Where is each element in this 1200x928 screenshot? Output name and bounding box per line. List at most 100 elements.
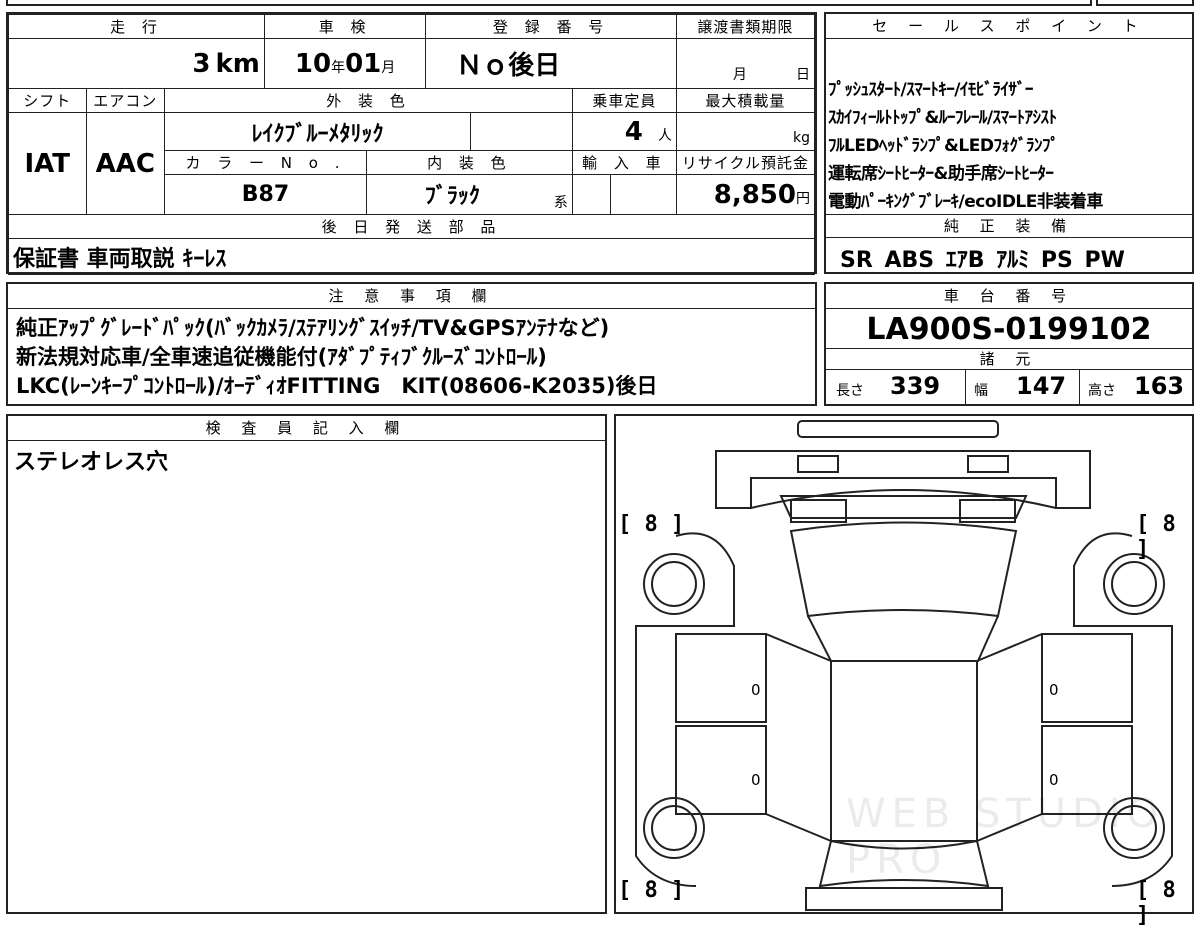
note-line: LKC(ﾚｰﾝｷｰﾌﾟｺﾝﾄﾛｰﾙ)/ｵｰﾃﾞｨｵFITTING KIT(086…: [16, 374, 658, 398]
rear-left-door: [675, 725, 767, 815]
chassis-panel: 車 台 番 号 LA900S-0199102 諸 元 長さ 339 幅 147 …: [824, 282, 1194, 406]
interior-suffix: 系: [553, 194, 568, 211]
inspection-month: 01: [345, 48, 382, 79]
sales-points-panel: セ ー ル ス ポ イ ン ト ﾌﾟｯｼｭｽﾀｰﾄ/ｽﾏｰﾄｷｰ/ｲﾓﾋﾞﾗｲｻ…: [824, 12, 1194, 274]
interior-color-cell: ﾌﾞﾗｯｸ 系: [365, 174, 573, 215]
chassis-value: LA900S-0199102: [866, 312, 1152, 347]
front-bumper: [797, 420, 999, 438]
chassis-header: 車 台 番 号: [826, 284, 1192, 309]
width-cell: 幅 147: [966, 370, 1080, 404]
mileage-cell: 3 km: [8, 38, 265, 89]
inspector-header: 検 査 員 記 入 欄: [8, 416, 605, 441]
notes-panel: 注 意 事 項 欄 純正ｱｯﾌﾟｸﾞﾚｰﾄﾞﾊﾟｯｸ(ﾊﾞｯｸｶﾒﾗ/ｽﾃｱﾘﾝ…: [6, 282, 817, 406]
genuine-equipment-header: 純 正 装 備: [826, 214, 1192, 238]
specs-header: 諸 元: [826, 348, 1192, 370]
width-value: 147: [1016, 372, 1067, 400]
inspector-value: ステレオレス穴: [14, 450, 169, 475]
import-header: 輸 入 車: [571, 150, 677, 175]
color-no-cell: B87: [164, 174, 367, 215]
length-cell: 長さ 339: [826, 370, 966, 404]
left-pillar: [765, 633, 832, 842]
top-strip: [0, 0, 1200, 8]
rear-bumper: [805, 887, 1003, 911]
front-left-door: [675, 633, 767, 723]
inspector-panel: 検 査 員 記 入 欄 ステレオレス穴: [6, 414, 607, 914]
tread-rear-right: [ 8 ]: [1136, 878, 1176, 928]
mileage-unit: km: [215, 48, 260, 79]
genuine-equipment-value: SR ABS ｴｱB ｱﾙﾐ PS PW: [840, 248, 1125, 273]
transfer-deadline-cell: 月 日: [675, 38, 816, 89]
sales-point-line: 運転席ｼｰﾄﾋｰﾀｰ&助手席ｼｰﾄﾋｰﾀｰ: [828, 164, 1054, 184]
sales-point-line: ﾌﾟｯｼｭｽﾀｰﾄ/ｽﾏｰﾄｷｰ/ｲﾓﾋﾞﾗｲｻﾞｰ: [828, 80, 1033, 100]
mileage-header: 走 行: [8, 14, 265, 39]
aircon-value: AAC: [95, 148, 155, 179]
interior-color-header: 内 装 色: [365, 150, 573, 175]
capacity-value: 4: [624, 116, 643, 147]
windshield: [789, 521, 1018, 618]
inspection-cell: 10年01月: [263, 38, 427, 89]
sales-points-list: ﾌﾟｯｼｭｽﾀｰﾄ/ｽﾏｰﾄｷｰ/ｲﾓﾋﾞﾗｲｻﾞｰ ｽｶｲﾌｨｰﾙﾄﾄｯﾌﾟ&…: [828, 76, 1192, 216]
parts-later-value: 保証書 車両取説 ｷｰﾚｽ: [13, 246, 227, 272]
capacity-header: 乗車定員: [571, 88, 677, 113]
max-load-header: 最大積載量: [675, 88, 816, 113]
damage-mark: 0: [751, 681, 761, 699]
exterior-color-extra: [469, 112, 573, 151]
height-cell: 高さ 163: [1080, 370, 1192, 404]
capacity-unit: 人: [657, 127, 672, 144]
note-line: 新法規対応車/全車速追従機能付(ｱﾀﾞﾌﾟﾃｨﾌﾞｸﾙｰｽﾞｺﾝﾄﾛｰﾙ): [16, 345, 547, 369]
rear-left-wheel-inner: [651, 805, 697, 851]
front-fender-left: [635, 532, 735, 716]
color-no-value: B87: [241, 182, 290, 207]
front-right-door: [1041, 633, 1133, 723]
tread-rear-left: [ 8 ]: [618, 878, 685, 903]
registration-header: 登 録 番 号: [425, 14, 677, 39]
registration-value: Ｎｏ後日: [456, 51, 561, 81]
specs-row: 長さ 339 幅 147 高さ 163: [826, 370, 1192, 404]
note-line: 純正ｱｯﾌﾟｸﾞﾚｰﾄﾞﾊﾟｯｸ(ﾊﾞｯｸｶﾒﾗ/ｽﾃｱﾘﾝｸﾞｽｲｯﾁ/TV&…: [16, 316, 610, 340]
hood: [715, 450, 1091, 509]
max-load-cell: kg: [675, 112, 816, 151]
damage-mark: 0: [1049, 681, 1059, 699]
interior-color-value: ﾌﾞﾗｯｸ: [424, 183, 480, 209]
exterior-color-header: 外 装 色: [164, 88, 573, 113]
transfer-month: 月: [732, 67, 747, 83]
damage-mark: 0: [751, 771, 761, 789]
parts-later-cell: 保証書 車両取説 ｷｰﾚｽ: [8, 238, 815, 275]
height-value: 163: [1134, 372, 1185, 400]
parts-later-header: 後 日 発 送 部 品: [8, 214, 815, 239]
length-label: 長さ: [836, 383, 864, 399]
tread-front-left: [ 8 ]: [618, 512, 685, 537]
exterior-color-value: ﾚｲｸﾌﾞﾙｰﾒﾀﾘｯｸ: [251, 121, 384, 147]
vehicle-info-table: 走 行 車 検 登 録 番 号 譲渡書類期限 3 km 10年01月 Ｎｏ後日 …: [6, 12, 817, 275]
tread-front-right: [ 8 ]: [1136, 512, 1176, 562]
shift-value: IAT: [24, 148, 71, 179]
capacity-cell: 4 人: [571, 112, 677, 151]
notes-list: 純正ｱｯﾌﾟｸﾞﾚｰﾄﾞﾊﾟｯｸ(ﾊﾞｯｸｶﾒﾗ/ｽﾃｱﾘﾝｸﾞｽｲｯﾁ/TV&…: [16, 314, 658, 401]
length-value: 339: [890, 372, 941, 400]
inspection-year: 10: [294, 48, 332, 79]
max-load-unit: kg: [793, 130, 810, 146]
front-right-wheel-inner: [1111, 561, 1157, 607]
vehicle-diagram-panel: [ 8 ] [ 8 ] [ 8 ] [ 8 ] 0 0 0 0 WEB STUD…: [614, 414, 1194, 928]
recycle-unit: 円: [796, 190, 810, 207]
front-left-wheel-inner: [651, 561, 697, 607]
width-label: 幅: [974, 383, 988, 399]
transfer-deadline-header: 譲渡書類期限: [675, 14, 816, 39]
sales-point-line: ﾌﾙLEDﾍｯﾄﾞﾗﾝﾌﾟ&LEDﾌｫｸﾞﾗﾝﾌﾟ: [828, 136, 1059, 156]
headlight-right: [967, 455, 1009, 473]
shift-cell: IAT: [8, 112, 87, 215]
aircon-header: エアコン: [85, 88, 166, 113]
notes-header: 注 意 事 項 欄: [8, 284, 815, 309]
roof: [807, 615, 999, 662]
sales-point-line: 電動ﾊﾟｰｷﾝｸﾞﾌﾞﾚｰｷ/ecoIDLE非装着車: [828, 192, 1103, 212]
height-label: 高さ: [1088, 383, 1116, 399]
mileage-value: 3: [192, 48, 211, 79]
recycle-header: リサイクル預託金: [675, 150, 816, 175]
shift-header: シフト: [8, 88, 87, 113]
headlight-left: [797, 455, 839, 473]
year-unit: 年: [331, 59, 346, 76]
sales-points-header: セ ー ル ス ポ イ ン ト: [826, 14, 1192, 39]
import-cell-a: [571, 174, 612, 215]
registration-cell: Ｎｏ後日: [425, 38, 677, 89]
watermark: WEB STUDIO PRO: [846, 791, 1165, 883]
